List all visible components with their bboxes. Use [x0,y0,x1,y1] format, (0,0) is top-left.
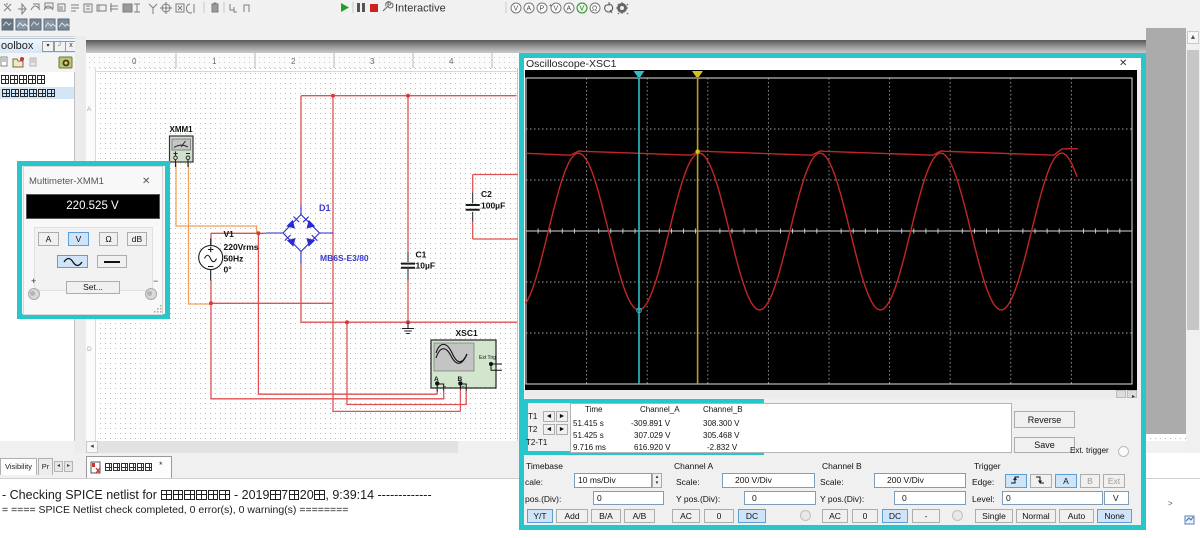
svg-text:10µF: 10µF [416,261,436,271]
svg-text:220Vrms: 220Vrms [224,242,259,252]
svg-text:100µF: 100µF [481,201,505,211]
svg-text:XMM1: XMM1 [170,125,194,134]
svg-text:C2: C2 [481,189,492,199]
svg-text:50Hz: 50Hz [224,254,244,264]
svg-text:0°: 0° [224,265,233,275]
svg-text:XSC1: XSC1 [456,328,478,338]
svg-text:V1: V1 [224,229,235,239]
svg-text:D1: D1 [319,203,331,213]
svg-text:MB6S-E3/80: MB6S-E3/80 [320,253,369,263]
svg-text:Ext Trig: Ext Trig [479,355,496,361]
svg-text:C1: C1 [416,250,427,260]
